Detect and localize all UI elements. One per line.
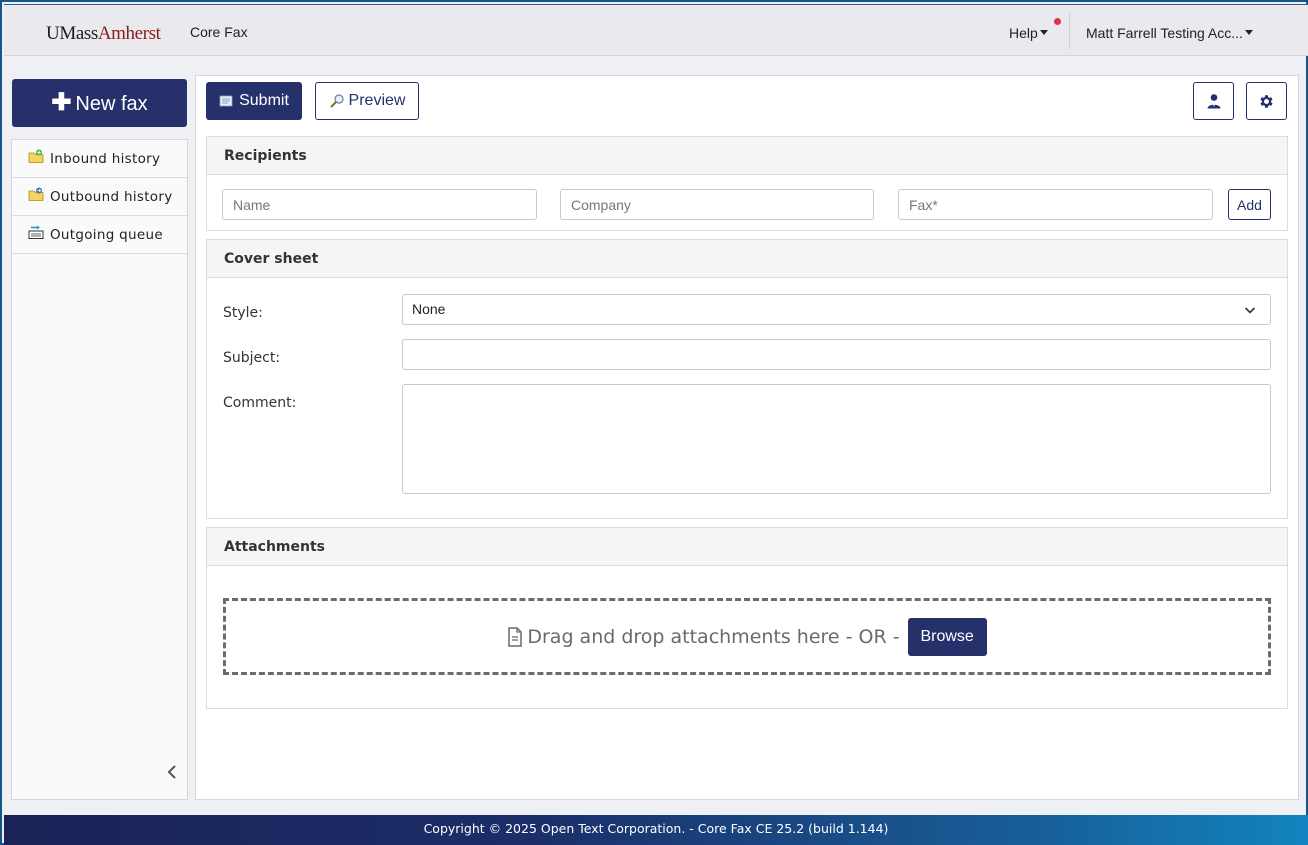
- subject-input[interactable]: [402, 339, 1271, 370]
- new-fax-label: New fax: [75, 93, 148, 115]
- comment-label: Comment:: [223, 395, 297, 411]
- submit-label: Submit: [239, 92, 289, 109]
- magnifier-icon: [329, 94, 344, 108]
- sidebar-item-outbound-history[interactable]: Outbound history: [12, 178, 187, 216]
- attachments-title: Attachments: [207, 528, 1287, 566]
- help-menu[interactable]: Help: [1009, 25, 1048, 41]
- logo-amherst-text: Amherst: [97, 23, 161, 44]
- footer-copyright: Copyright © 2025 Open Text Corporation. …: [4, 815, 1308, 845]
- attachments-card: Attachments Drag and drop attachments he…: [206, 527, 1288, 709]
- logo-um-text: UMass: [46, 23, 98, 44]
- style-select-value: None: [412, 301, 446, 317]
- sidebar: Inbound history Outbound history Outgoin…: [11, 139, 188, 800]
- attachment-dropzone[interactable]: Drag and drop attachments here - OR - Br…: [223, 598, 1271, 675]
- folder-inbound-icon: [28, 149, 44, 163]
- dropzone-text: Drag and drop attachments here - OR -: [527, 625, 900, 648]
- recipients-card: Recipients Add: [206, 136, 1288, 231]
- gear-icon: [1260, 94, 1273, 108]
- chevron-down-icon: [1244, 307, 1256, 314]
- sidebar-item-label: Outgoing queue: [50, 226, 163, 243]
- cover-sheet-card: Cover sheet Style: None Subject: Comment…: [206, 239, 1288, 519]
- style-select[interactable]: None: [402, 294, 1271, 325]
- user-icon: [1207, 94, 1220, 109]
- browse-button[interactable]: Browse: [907, 617, 987, 656]
- fax-send-icon: [219, 95, 233, 107]
- app-name[interactable]: Core Fax: [190, 24, 248, 40]
- file-icon: [508, 626, 523, 647]
- chevron-left-icon[interactable]: [164, 764, 180, 780]
- preview-button[interactable]: Preview: [315, 82, 419, 120]
- user-profile-button[interactable]: [1193, 82, 1234, 120]
- recipients-title: Recipients: [207, 137, 1287, 175]
- sidebar-item-inbound-history[interactable]: Inbound history: [12, 140, 187, 178]
- notification-dot-icon: [1054, 18, 1061, 25]
- plus-icon: ✚: [51, 89, 72, 116]
- header-divider: [1069, 13, 1070, 49]
- add-recipient-button[interactable]: Add: [1228, 189, 1271, 220]
- caret-down-icon: [1244, 30, 1253, 35]
- main-panel: Submit Preview Recipients Add Cover shee…: [195, 75, 1299, 800]
- settings-button[interactable]: [1246, 82, 1287, 120]
- user-menu-label: Matt Farrell Testing Acc...: [1086, 25, 1243, 41]
- sidebar-item-label: Inbound history: [50, 150, 161, 167]
- folder-outbound-icon: [28, 187, 44, 201]
- umass-logo[interactable]: UMassAmherst: [46, 23, 161, 45]
- comment-textarea[interactable]: [402, 384, 1271, 494]
- new-fax-button[interactable]: ✚ New fax: [12, 79, 187, 127]
- subject-label: Subject:: [223, 350, 281, 366]
- help-menu-label: Help: [1009, 25, 1038, 41]
- preview-label: Preview: [348, 92, 406, 109]
- recipient-name-input[interactable]: [222, 189, 537, 220]
- style-label: Style:: [223, 305, 263, 321]
- recipient-company-input[interactable]: [560, 189, 874, 220]
- sidebar-item-label: Outbound history: [50, 188, 173, 205]
- user-menu[interactable]: Matt Farrell Testing Acc...: [1086, 25, 1253, 41]
- cover-sheet-title: Cover sheet: [207, 240, 1287, 278]
- outbox-queue-icon: [28, 225, 44, 239]
- sidebar-item-outgoing-queue[interactable]: Outgoing queue: [12, 216, 187, 254]
- caret-down-icon: [1039, 30, 1048, 35]
- app-header: UMassAmherst Core Fax Help Matt Farrell …: [4, 4, 1308, 56]
- submit-button[interactable]: Submit: [206, 82, 302, 120]
- recipient-fax-input[interactable]: [898, 189, 1213, 220]
